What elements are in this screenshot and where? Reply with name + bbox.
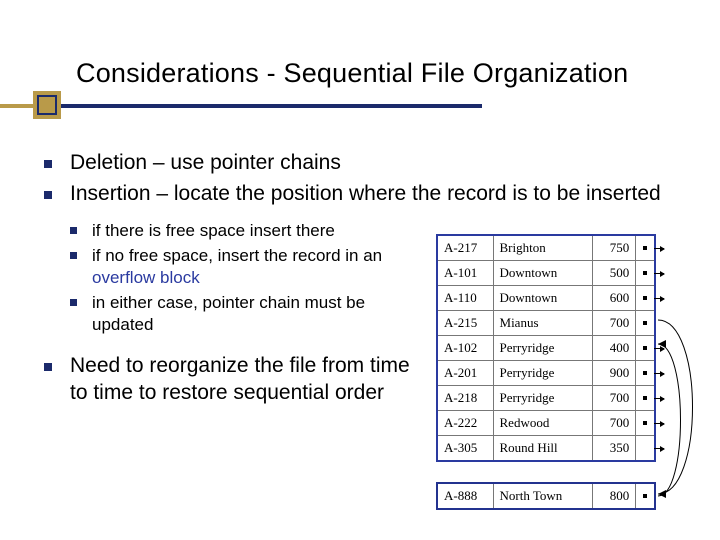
cell-id: A-222 <box>438 411 494 435</box>
cell-balance: 700 <box>593 411 637 435</box>
cell-balance: 700 <box>593 311 637 335</box>
cell-id: A-102 <box>438 336 494 360</box>
cell-balance: 500 <box>593 261 637 285</box>
table-row: A-217 Brighton 750 <box>438 236 654 261</box>
cell-branch: Downtown <box>494 261 593 285</box>
table-row: A-218 Perryridge 700 <box>438 386 654 411</box>
bullet-deletion: Deletion – use pointer chains <box>44 150 704 177</box>
cell-pointer <box>636 236 654 260</box>
square-bullet-icon <box>70 227 77 234</box>
bullet-text: Insertion – locate the position where th… <box>70 182 661 205</box>
sub-bullet-text: in either case, pointer chain must be up… <box>92 293 365 334</box>
cell-branch: Round Hill <box>494 436 593 460</box>
square-bullet-icon <box>44 160 52 168</box>
cell-pointer <box>636 411 654 435</box>
cell-id: A-110 <box>438 286 494 310</box>
cell-pointer <box>636 386 654 410</box>
overflow-block-table: A-888 North Town 800 <box>436 482 656 510</box>
cell-pointer <box>636 286 654 310</box>
cell-balance: 600 <box>593 286 637 310</box>
cell-balance: 350 <box>593 436 637 460</box>
cell-pointer <box>636 361 654 385</box>
table-row: A-215 Mianus 700 <box>438 311 654 336</box>
cell-pointer <box>636 336 654 360</box>
cell-pointer <box>636 261 654 285</box>
sub-bullet-free-space: if there is free space insert there <box>70 220 410 242</box>
cell-branch: Redwood <box>494 411 593 435</box>
cell-branch: Brighton <box>494 236 593 260</box>
cell-branch: North Town <box>494 484 593 508</box>
cell-branch: Downtown <box>494 286 593 310</box>
bullet-text: Deletion – use pointer chains <box>70 151 341 174</box>
square-bullet-icon <box>70 299 77 306</box>
cell-id: A-215 <box>438 311 494 335</box>
bullet-reorganize: Need to reorganize the file from time to… <box>44 353 410 407</box>
square-bullet-icon <box>44 191 52 199</box>
cell-id: A-888 <box>438 484 494 508</box>
sub-bullet-overflow: if no free space, insert the record in a… <box>70 245 410 289</box>
slide-title: Considerations - Sequential File Organiz… <box>76 58 628 89</box>
sub-bullet-update-chain: in either case, pointer chain must be up… <box>70 292 410 336</box>
table-row: A-305 Round Hill 350 <box>438 436 654 460</box>
table-row: A-222 Redwood 700 <box>438 411 654 436</box>
cell-id: A-101 <box>438 261 494 285</box>
cell-branch: Perryridge <box>494 361 593 385</box>
table-row: A-101 Downtown 500 <box>438 261 654 286</box>
cell-balance: 750 <box>593 236 637 260</box>
overflow-block-term: overflow block <box>92 268 200 287</box>
title-area: Considerations - Sequential File Organiz… <box>0 58 720 89</box>
cell-id: A-305 <box>438 436 494 460</box>
title-square-icon <box>33 91 61 119</box>
table-row: A-110 Downtown 600 <box>438 286 654 311</box>
cell-balance: 400 <box>593 336 637 360</box>
sequential-file-figure: A-217 Brighton 750 A-101 Downtown 500 A-… <box>432 230 710 522</box>
cell-branch: Mianus <box>494 311 593 335</box>
cell-balance: 900 <box>593 361 637 385</box>
cell-branch: Perryridge <box>494 386 593 410</box>
cell-balance: 700 <box>593 386 637 410</box>
sub-bullet-text: if there is free space insert there <box>92 221 335 240</box>
main-block-table: A-217 Brighton 750 A-101 Downtown 500 A-… <box>436 234 656 462</box>
cell-branch: Perryridge <box>494 336 593 360</box>
square-bullet-icon <box>44 363 52 371</box>
table-row: A-888 North Town 800 <box>438 484 654 508</box>
bullet-text: Need to reorganize the file from time to… <box>70 354 410 404</box>
cell-id: A-218 <box>438 386 494 410</box>
table-row: A-201 Perryridge 900 <box>438 361 654 386</box>
cell-pointer <box>636 436 654 460</box>
cell-pointer <box>636 311 654 335</box>
cell-id: A-217 <box>438 236 494 260</box>
cell-balance: 800 <box>593 484 637 508</box>
sub-bullet-text-a: if no free space, insert the record in a… <box>92 246 382 265</box>
square-bullet-icon <box>70 252 77 259</box>
cell-id: A-201 <box>438 361 494 385</box>
sub-bullet-list: if there is free space insert there if n… <box>70 220 410 336</box>
cell-pointer <box>636 484 654 508</box>
slide: Considerations - Sequential File Organiz… <box>0 0 720 540</box>
table-row: A-102 Perryridge 400 <box>438 336 654 361</box>
